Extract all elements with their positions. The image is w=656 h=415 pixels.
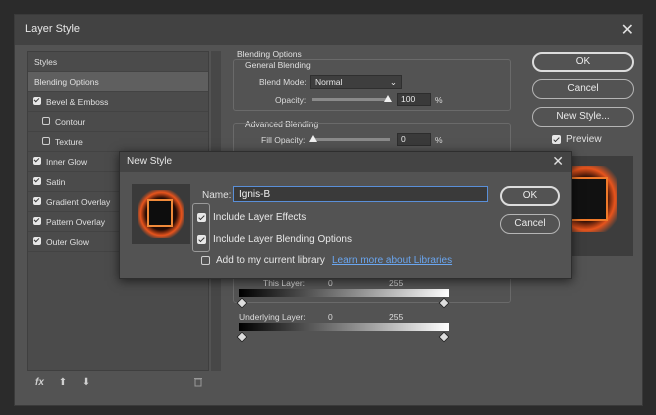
this-layer-label: This Layer: (263, 278, 306, 288)
preview-label: Preview (566, 134, 602, 145)
styles-item-label: Bevel & Emboss (46, 97, 109, 107)
new-style-dialog: New Style ✕ Name: Include Layer Effects … (119, 151, 572, 279)
underlying-black-stop[interactable] (236, 331, 248, 343)
include-blending-label: Include Layer Blending Options (213, 234, 352, 245)
ok-button[interactable]: OK (532, 52, 634, 72)
add-library-label: Add to my current library (216, 255, 325, 266)
chevron-down-icon: ⌄ (389, 77, 397, 87)
include-blending-checkbox[interactable] (197, 235, 206, 244)
new-style-ok-button[interactable]: OK (500, 186, 560, 206)
opacity-slider-thumb[interactable] (384, 95, 392, 102)
underlying-low-value: 0 (328, 312, 333, 322)
underlying-layer-gradient[interactable] (239, 323, 449, 331)
fill-opacity-slider-thumb[interactable] (309, 135, 317, 142)
checkbox-focus-ring (192, 203, 210, 252)
move-up-icon[interactable]: ⬆ (59, 377, 67, 388)
opacity-slider-track[interactable] (312, 98, 390, 101)
texture-checkbox[interactable] (42, 137, 50, 145)
move-down-icon[interactable]: ⬇ (82, 377, 90, 388)
style-thumbnail (132, 184, 190, 244)
styles-item-bevel-emboss[interactable]: Bevel & Emboss (28, 92, 208, 112)
blend-mode-select[interactable]: Normal ⌄ (310, 75, 402, 89)
fx-toolbar: fx ⬆ ⬇ (35, 377, 102, 391)
fill-opacity-input[interactable]: 0 (397, 133, 431, 146)
cancel-button[interactable]: Cancel (532, 79, 634, 99)
close-icon[interactable]: ✕ (552, 153, 564, 170)
styles-item-label: Contour (55, 117, 86, 127)
styles-item-label: Gradient Overlay (46, 197, 111, 207)
new-style-title: New Style (127, 156, 173, 167)
satin-checkbox[interactable] (33, 177, 41, 185)
fill-opacity-slider-track[interactable] (312, 138, 390, 141)
general-blending-title: General Blending (245, 60, 311, 70)
blending-options-title: Blending Options (237, 49, 302, 59)
styles-item-contour[interactable]: Contour (28, 112, 208, 132)
styles-item-blending-options[interactable]: Blending Options (28, 72, 208, 92)
styles-item-label: Pattern Overlay (46, 217, 106, 227)
name-label: Name: (202, 190, 232, 201)
style-swatch-graphic (138, 190, 184, 238)
style-name-input[interactable] (233, 186, 488, 202)
this-layer-gradient[interactable] (239, 289, 449, 297)
title-bar[interactable]: Layer Style ✕ (15, 15, 642, 45)
preview-checkbox[interactable] (552, 135, 561, 144)
pattern-overlay-checkbox[interactable] (33, 217, 41, 225)
this-layer-high-value: 255 (389, 278, 404, 288)
blend-mode-value: Normal (315, 77, 343, 87)
fill-opacity-unit: % (435, 135, 443, 145)
new-style-button[interactable]: New Style... (532, 107, 634, 127)
new-style-cancel-button[interactable]: Cancel (500, 214, 560, 234)
underlying-layer-label: Underlying Layer: (239, 312, 306, 322)
inner-glow-checkbox[interactable] (33, 157, 41, 165)
styles-item-label: Blending Options (34, 77, 99, 87)
include-effects-label: Include Layer Effects (213, 212, 307, 223)
opacity-unit: % (435, 95, 443, 105)
gradient-overlay-checkbox[interactable] (33, 197, 41, 205)
close-icon[interactable]: ✕ (621, 20, 634, 40)
fill-opacity-label: Fill Opacity: (261, 135, 306, 145)
this-layer-low-value: 0 (328, 278, 333, 288)
blend-mode-label: Blend Mode: (259, 77, 307, 87)
outer-glow-checkbox[interactable] (33, 237, 41, 245)
styles-item-label: Satin (46, 177, 66, 187)
learn-more-link[interactable]: Learn more about Libraries (332, 255, 452, 266)
new-style-title-bar[interactable]: New Style ✕ (120, 152, 571, 172)
opacity-label: Opacity: (275, 95, 307, 105)
styles-item-texture[interactable]: Texture (28, 132, 208, 152)
styles-item-label: Outer Glow (46, 237, 89, 247)
bevel-emboss-checkbox[interactable] (33, 97, 41, 105)
underlying-white-stop[interactable] (438, 331, 450, 343)
fx-icon[interactable]: fx (35, 377, 44, 388)
underlying-high-value: 255 (389, 312, 404, 322)
styles-item-styles[interactable]: Styles (28, 52, 208, 72)
dialog-title: Layer Style (25, 23, 81, 35)
opacity-input[interactable]: 100 (397, 93, 431, 106)
styles-item-label: Inner Glow (46, 157, 88, 167)
styles-item-label: Styles (34, 57, 58, 67)
add-library-checkbox[interactable] (201, 256, 210, 265)
contour-checkbox[interactable] (42, 117, 50, 125)
styles-item-label: Texture (55, 137, 83, 147)
trash-icon[interactable] (193, 376, 203, 387)
include-effects-checkbox[interactable] (197, 213, 206, 222)
